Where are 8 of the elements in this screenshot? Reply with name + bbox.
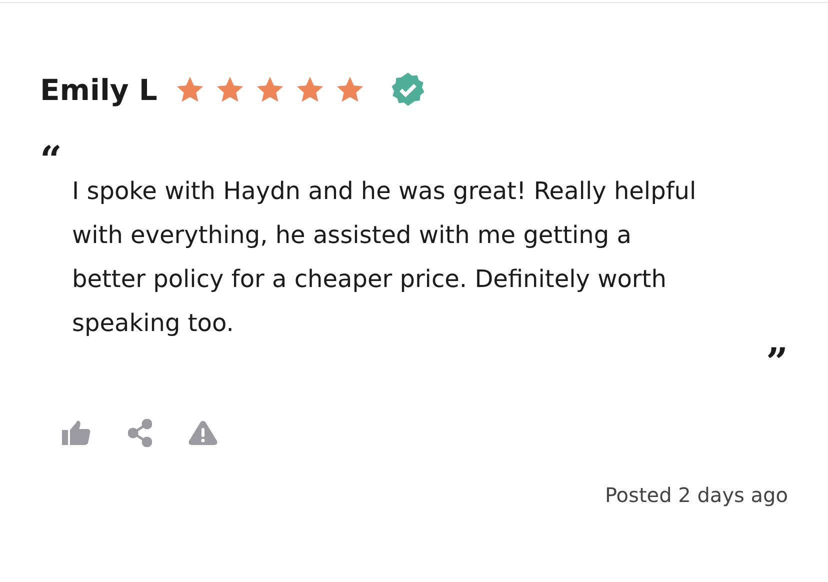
posted-time: Posted 2 days ago xyxy=(604,483,788,507)
reviewer-name: Emily L xyxy=(40,73,158,107)
share-icon[interactable] xyxy=(128,419,152,447)
warning-icon[interactable] xyxy=(188,420,218,446)
thumbs-up-icon[interactable] xyxy=(62,420,92,446)
review-text: I spoke with Haydn and he was great! Really helpful with everything, he assisted with me getting a better policy for a cheaper price. Definitely worth speaking too. xyxy=(72,176,698,339)
close-quote-mark: ” xyxy=(765,347,788,373)
open-quote-mark: “ xyxy=(40,145,63,169)
